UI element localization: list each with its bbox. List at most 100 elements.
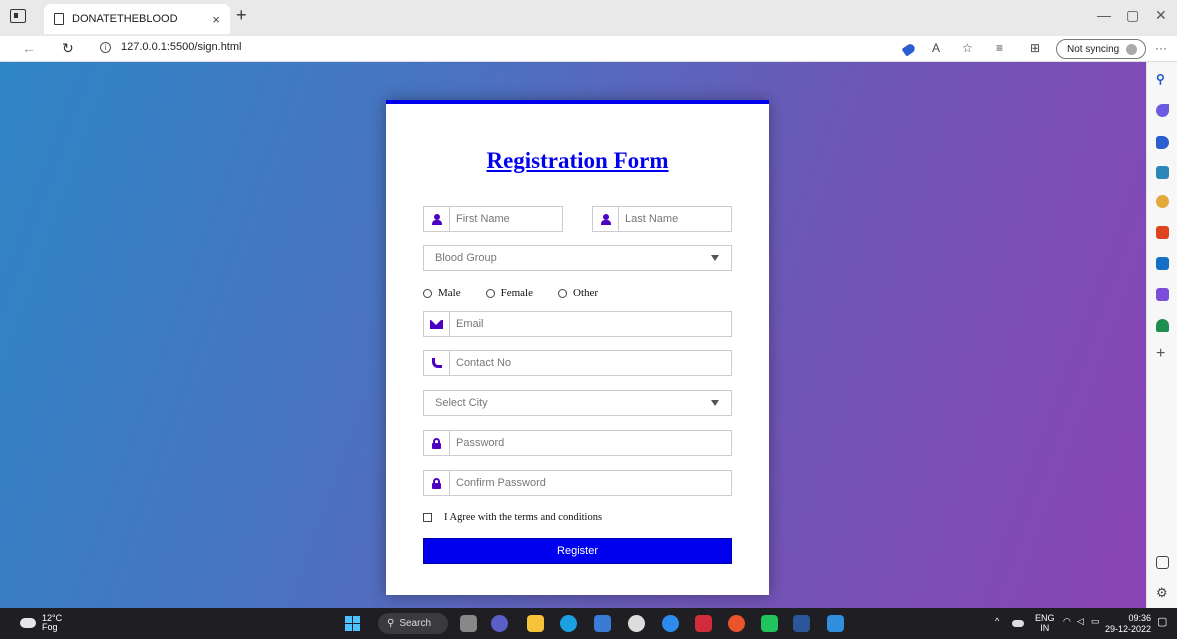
user-icon-wrap <box>424 207 450 231</box>
tag-icon[interactable] <box>901 42 917 57</box>
edge-icon[interactable] <box>560 615 577 632</box>
radio-female-label: Female <box>500 287 533 299</box>
games-icon[interactable] <box>1156 195 1169 208</box>
file-explorer-icon[interactable] <box>527 615 544 632</box>
blood-group-select[interactable]: Blood Group <box>423 245 732 271</box>
user-icon <box>600 213 611 225</box>
battery-icon[interactable]: ▭ <box>1091 616 1100 627</box>
confirm-password-field[interactable]: Confirm Password <box>423 470 732 496</box>
url-field[interactable]: i 127.0.0.1:5500/sign.html <box>100 41 241 53</box>
lock-icon <box>432 437 441 449</box>
vscode-icon[interactable] <box>827 615 844 632</box>
favorite-icon[interactable]: ☆ <box>962 41 973 55</box>
radio-circle-icon[interactable] <box>558 288 567 298</box>
settings-icon[interactable]: ⚙ <box>1156 586 1169 599</box>
url-text: 127.0.0.1:5500/sign.html <box>121 41 242 53</box>
cloud-icon <box>20 618 36 628</box>
address-bar: ← ↻ i 127.0.0.1:5500/sign.html A ☆ ≡ ⊞ No… <box>0 36 1177 62</box>
taskbar-search[interactable]: ⚲ Search <box>378 613 448 634</box>
minimize-icon[interactable]: — <box>1097 7 1111 23</box>
radio-other-label: Other <box>573 287 599 299</box>
tray-weather-icon <box>1012 620 1024 627</box>
radio-male-label: Male <box>438 287 461 299</box>
weather-widget[interactable]: 12°C Fog <box>20 614 62 632</box>
page-icon <box>54 13 64 25</box>
favorites-icon[interactable]: ≡ <box>996 41 1003 55</box>
wifi-icon[interactable]: ◠ <box>1063 616 1071 627</box>
profile-icon <box>1126 43 1138 55</box>
edge-sidebar: ⚲ + ⚙ <box>1146 62 1177 608</box>
radio-circle-icon[interactable] <box>485 288 495 298</box>
shopping-icon[interactable] <box>1156 136 1169 149</box>
refresh-icon[interactable]: ↻ <box>62 40 74 57</box>
registration-card: Registration Form First Name Last Name B… <box>386 100 769 595</box>
first-name-field[interactable]: First Name <box>423 206 563 232</box>
clock-date: 29-12-2022 <box>1105 624 1152 634</box>
teams-icon[interactable] <box>491 615 508 632</box>
last-name-placeholder: Last Name <box>625 213 679 225</box>
lang-bottom: IN <box>1040 623 1050 633</box>
radio-female[interactable]: Female <box>485 287 533 299</box>
agree-terms[interactable]: I Agree with the terms and conditions <box>423 512 602 523</box>
city-select[interactable]: Select City <box>423 390 732 416</box>
sync-button[interactable]: Not syncing <box>1056 39 1146 59</box>
phone-icon-wrap <box>424 351 450 375</box>
browser-icon[interactable] <box>728 615 745 632</box>
password-field[interactable]: Password <box>423 430 732 456</box>
checkbox[interactable] <box>423 513 432 522</box>
drop-icon[interactable] <box>1156 288 1169 301</box>
phone-icon <box>431 358 442 368</box>
new-tab-button[interactable]: + <box>236 5 247 26</box>
copilot-icon[interactable] <box>1156 104 1169 117</box>
more-icon[interactable]: ··· <box>1155 41 1167 55</box>
city-placeholder: Select City <box>435 397 488 409</box>
lock-icon-wrap <box>424 431 450 455</box>
radio-other[interactable]: Other <box>558 287 598 299</box>
close-window-icon[interactable]: ✕ <box>1155 7 1167 24</box>
notification-icon[interactable]: ▢ <box>1157 615 1167 628</box>
register-button[interactable]: Register <box>423 538 732 564</box>
app-icon[interactable] <box>628 615 645 632</box>
agree-label: I Agree with the terms and conditions <box>444 512 603 523</box>
task-view-icon[interactable] <box>460 615 477 632</box>
page-viewport: Registration Form First Name Last Name B… <box>0 62 1146 608</box>
user-icon-wrap <box>593 207 619 231</box>
tree-icon[interactable] <box>1156 319 1169 332</box>
read-aloud-icon[interactable]: A <box>932 41 940 55</box>
contact-field[interactable]: Contact No <box>423 350 732 376</box>
tab-actions-icon[interactable] <box>10 9 26 23</box>
mcafee-icon[interactable] <box>695 615 712 632</box>
email-field[interactable]: Email <box>423 311 732 337</box>
tab-donatetheblood[interactable]: DONATETHEBLOOD × <box>44 4 230 34</box>
tray-chevron-icon[interactable]: ^ <box>995 616 999 626</box>
outlook-icon[interactable] <box>1156 257 1169 270</box>
clock-time: 09:36 <box>1128 613 1152 623</box>
volume-icon[interactable]: ◁ <box>1077 616 1084 627</box>
tab-close-icon[interactable]: × <box>212 12 220 27</box>
back-icon[interactable]: ← <box>22 40 36 56</box>
collections-icon[interactable]: ⊞ <box>1030 41 1040 55</box>
gender-radio-group: Male Female Other <box>423 287 623 299</box>
radio-male[interactable]: Male <box>423 287 461 299</box>
office-icon[interactable] <box>1156 226 1169 239</box>
clock[interactable]: 09:36 29-12-2022 <box>1105 613 1151 635</box>
language-indicator[interactable]: ENG IN <box>1035 613 1055 633</box>
lock-icon <box>432 477 441 489</box>
info-icon[interactable]: i <box>100 42 111 53</box>
search-icon[interactable]: ⚲ <box>1156 72 1169 86</box>
password-placeholder: Password <box>456 437 505 449</box>
last-name-field[interactable]: Last Name <box>592 206 732 232</box>
pycharm-icon[interactable] <box>761 615 778 632</box>
split-screen-icon[interactable] <box>1156 556 1169 569</box>
restore-icon[interactable]: ▢ <box>1126 7 1139 24</box>
store-icon[interactable] <box>594 615 611 632</box>
blood-group-placeholder: Blood Group <box>435 252 497 264</box>
first-name-placeholder: First Name <box>456 213 510 225</box>
word-icon[interactable] <box>793 615 810 632</box>
add-icon[interactable]: + <box>1156 346 1169 362</box>
windows-start-icon[interactable] <box>345 616 360 631</box>
chrome-icon[interactable] <box>662 615 679 632</box>
radio-circle-icon[interactable] <box>423 288 432 298</box>
lang-top: ENG <box>1035 613 1055 623</box>
tools-icon[interactable] <box>1156 166 1169 179</box>
